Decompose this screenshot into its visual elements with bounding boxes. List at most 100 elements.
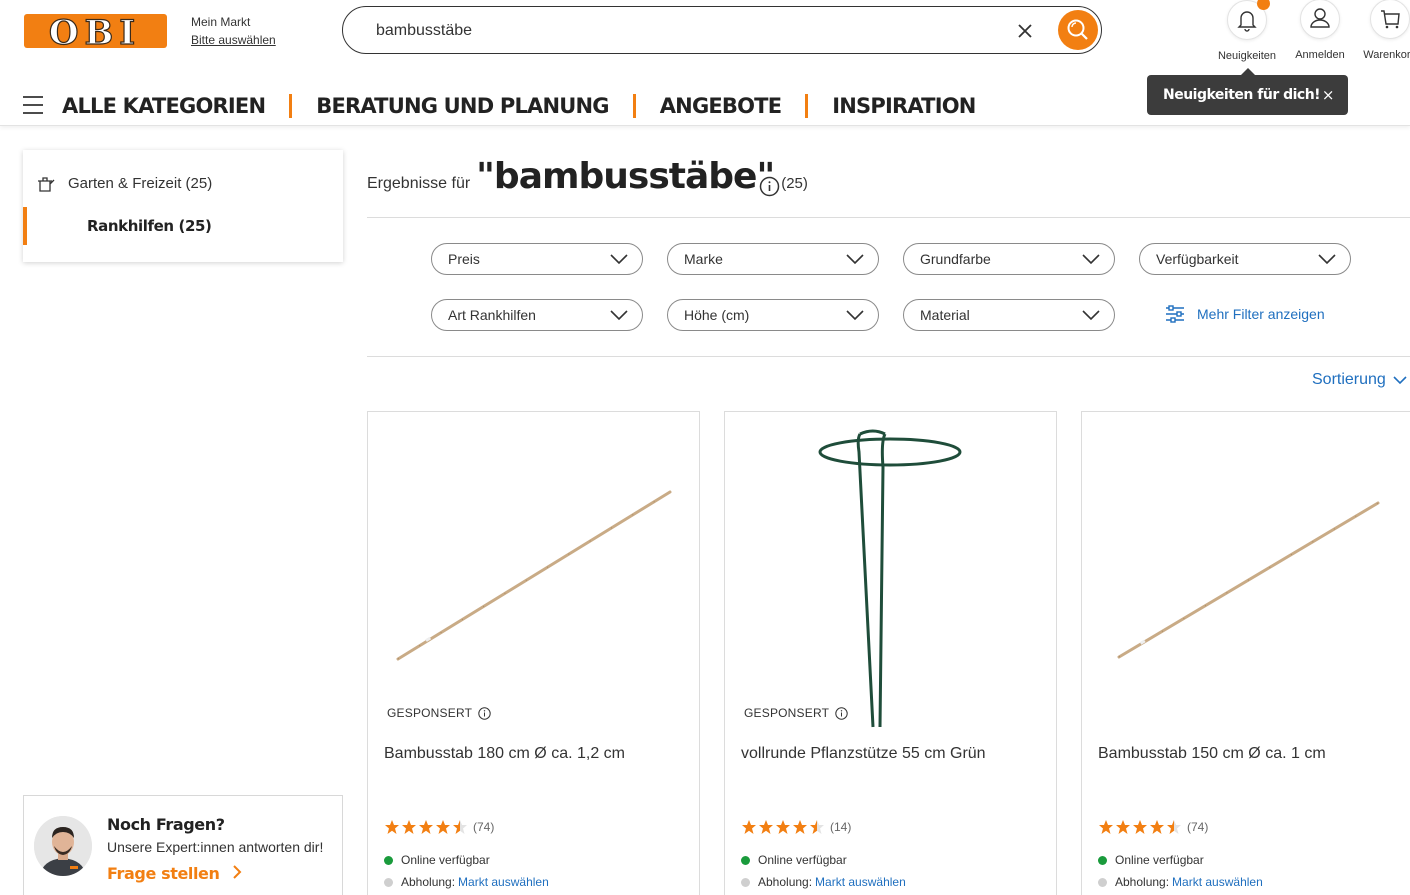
nav-separator xyxy=(289,94,293,118)
status-dot xyxy=(1098,855,1107,865)
select-market-link[interactable]: Markt auswählen xyxy=(1172,875,1263,889)
tooltip-close-button[interactable]: × xyxy=(1322,75,1335,115)
sponsored-label: GESPONSERT xyxy=(744,706,830,720)
review-count: (74) xyxy=(1187,820,1209,834)
category-item-garden[interactable]: Garten & Freizeit (25) xyxy=(37,175,212,192)
hamburger-icon[interactable] xyxy=(23,96,43,114)
nav-advice-planning[interactable]: BERATUNG UND PLANUNG xyxy=(316,91,609,121)
review-count: (14) xyxy=(830,820,852,834)
chevron-down-icon xyxy=(1318,254,1336,265)
filter-material[interactable]: Material xyxy=(903,299,1115,331)
filter-label: Art Rankhilfen xyxy=(448,307,536,323)
sort-label: Sortierung xyxy=(1312,371,1386,388)
nav-separator xyxy=(805,94,809,118)
filter-height[interactable]: Höhe (cm) xyxy=(667,299,879,331)
star-rating-icon xyxy=(1099,820,1181,834)
chevron-down-icon xyxy=(1082,254,1100,265)
news-button[interactable]: Neuigkeiten xyxy=(1207,0,1287,62)
status-dot xyxy=(741,855,750,865)
product-rating[interactable]: (74) xyxy=(1098,819,1208,835)
info-icon[interactable] xyxy=(759,176,780,197)
pickup-availability: Abholung: Markt auswählen xyxy=(1098,875,1263,889)
filter-price[interactable]: Preis xyxy=(431,243,643,275)
cart-button[interactable]: Warenkorb xyxy=(1350,0,1410,61)
info-icon[interactable] xyxy=(478,706,491,720)
info-icon[interactable] xyxy=(835,706,848,720)
filter-color[interactable]: Grundfarbe xyxy=(903,243,1115,275)
status-dot xyxy=(384,855,393,865)
status-dot xyxy=(1098,877,1107,887)
online-status: Online verfügbar xyxy=(401,853,490,867)
login-label: Anmelden xyxy=(1295,49,1345,61)
nav-offers[interactable]: ANGEBOTE xyxy=(660,91,782,121)
product-image[interactable] xyxy=(725,412,1056,732)
product-card[interactable]: GESPONSERT vollrunde Pflanzstütze 55 cm … xyxy=(724,411,1057,895)
login-button[interactable]: Anmelden xyxy=(1280,0,1360,61)
category-label: Garten & Freizeit (25) xyxy=(68,175,213,192)
product-card[interactable]: GESPONSERT Bambusstab 180 cm Ø ca. 1,2 c… xyxy=(367,411,700,895)
market-select-link[interactable]: Bitte auswählen xyxy=(191,31,276,49)
news-tooltip: Neuigkeiten für dich! × xyxy=(1147,68,1348,115)
divider xyxy=(367,356,1410,357)
filter-availability[interactable]: Verfügbarkeit xyxy=(1139,243,1351,275)
results-query: "bambusstäbe" xyxy=(476,156,775,197)
product-name[interactable]: Bambusstab 150 cm Ø ca. 1 cm xyxy=(1098,745,1326,763)
search-input[interactable] xyxy=(376,19,996,43)
online-status: Online verfügbar xyxy=(1115,853,1204,867)
tooltip-text: Neuigkeiten für dich! xyxy=(1163,87,1321,103)
cart-icon xyxy=(1381,10,1400,29)
subcategory-label: Rankhilfen (25) xyxy=(87,217,212,235)
nav-inspiration[interactable]: INSPIRATION xyxy=(832,91,976,121)
more-filters-button[interactable]: Mehr Filter anzeigen xyxy=(1165,305,1325,323)
product-name[interactable]: Bambusstab 180 cm Ø ca. 1,2 cm xyxy=(384,745,625,763)
select-market-link[interactable]: Markt auswählen xyxy=(815,875,906,889)
sponsored-tag: GESPONSERT xyxy=(387,706,491,720)
help-text: Unsere Expert:innen antworten dir! xyxy=(107,839,324,855)
obi-logo[interactable]: OBI xyxy=(23,13,168,49)
product-image[interactable] xyxy=(368,412,699,732)
online-status: Online verfügbar xyxy=(758,853,847,867)
ask-question-link[interactable]: Frage stellen xyxy=(107,864,243,883)
online-availability: Online verfügbar xyxy=(1098,853,1204,867)
search-button[interactable] xyxy=(1058,10,1098,50)
pickup-availability: Abholung: Markt auswählen xyxy=(741,875,906,889)
nav-separator xyxy=(632,94,636,118)
user-icon xyxy=(1310,8,1330,28)
chevron-down-icon xyxy=(1082,310,1100,321)
chevron-right-icon xyxy=(232,865,242,879)
divider xyxy=(367,217,1410,218)
notification-dot xyxy=(1257,0,1270,10)
product-rating[interactable]: (74) xyxy=(384,819,494,835)
search-bar xyxy=(342,6,1102,54)
product-name[interactable]: vollrunde Pflanzstütze 55 cm Grün xyxy=(741,745,986,763)
results-prefix: Ergebnisse für xyxy=(367,175,471,192)
star-rating-icon xyxy=(742,820,824,834)
subcategory-item-rankhilfen[interactable]: Rankhilfen (25) xyxy=(23,207,343,245)
review-count: (74) xyxy=(473,820,495,834)
category-filter: Garten & Freizeit (25) Rankhilfen (25) xyxy=(23,150,343,262)
main-navigation: ALLE KATEGORIEN BERATUNG UND PLANUNG ANG… xyxy=(62,91,976,121)
filter-type[interactable]: Art Rankhilfen xyxy=(431,299,643,331)
status-dot xyxy=(384,877,393,887)
help-box: Noch Fragen? Unsere Expert:innen antwort… xyxy=(23,795,343,895)
select-market-link[interactable]: Markt auswählen xyxy=(458,875,549,889)
more-filters-label: Mehr Filter anzeigen xyxy=(1197,306,1325,322)
product-rating[interactable]: (14) xyxy=(741,819,851,835)
filter-label: Material xyxy=(920,307,970,323)
product-image[interactable] xyxy=(1082,412,1410,732)
news-label: Neuigkeiten xyxy=(1217,50,1277,62)
chevron-down-icon xyxy=(846,310,864,321)
clear-icon[interactable] xyxy=(1013,19,1037,43)
chevron-down-icon xyxy=(846,254,864,265)
chevron-down-icon xyxy=(610,310,628,321)
nav-all-categories[interactable]: ALLE KATEGORIEN xyxy=(62,91,266,121)
online-availability: Online verfügbar xyxy=(741,853,847,867)
product-card[interactable]: Bambusstab 150 cm Ø ca. 1 cm (74) Online… xyxy=(1081,411,1410,895)
svg-text:OBI: OBI xyxy=(49,13,141,49)
status-dot xyxy=(741,877,750,887)
sort-dropdown[interactable]: Sortierung xyxy=(1312,371,1407,389)
chevron-down-icon xyxy=(1393,376,1407,385)
online-availability: Online verfügbar xyxy=(384,853,490,867)
filter-brand[interactable]: Marke xyxy=(667,243,879,275)
market-selector[interactable]: Mein Markt Bitte auswählen xyxy=(191,13,276,49)
